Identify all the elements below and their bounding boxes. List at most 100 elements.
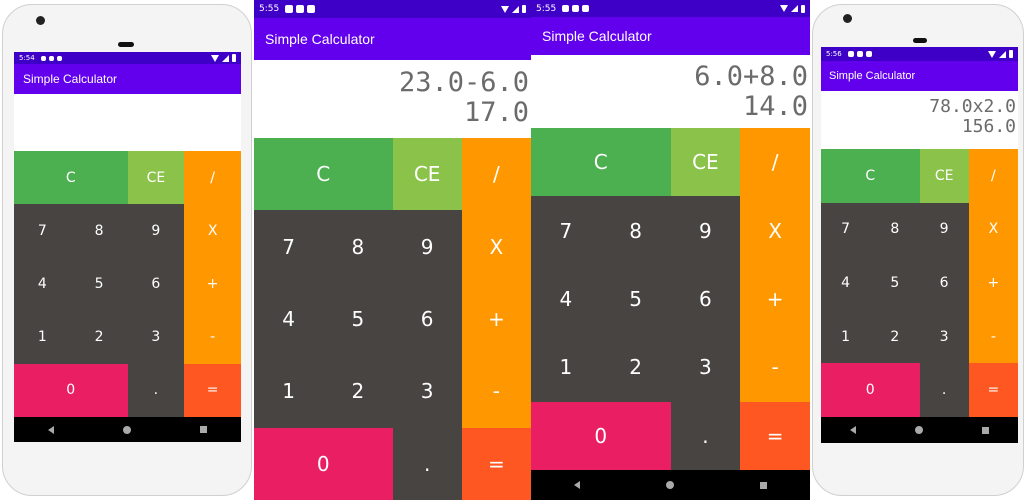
recents-icon[interactable] xyxy=(760,481,767,489)
equals-button[interactable]: = xyxy=(968,363,1018,417)
recents-icon[interactable] xyxy=(199,426,207,433)
clear-button[interactable]: C xyxy=(254,138,393,211)
notification-icon xyxy=(847,51,854,57)
multiply-button[interactable]: X xyxy=(740,196,810,265)
subtract-button[interactable]: - xyxy=(184,310,241,364)
digit-2-button[interactable]: 2 xyxy=(600,333,671,402)
digit-3-button[interactable]: 3 xyxy=(392,355,462,428)
digit-0-button[interactable]: 0 xyxy=(254,427,393,500)
digit-7-button[interactable]: 7 xyxy=(821,202,871,257)
home-icon[interactable] xyxy=(122,425,131,434)
equals-button[interactable]: = xyxy=(461,427,531,500)
clear-entry-button[interactable]: CE xyxy=(127,151,185,205)
status-bar: 5:54 xyxy=(14,52,241,64)
battery-icon xyxy=(232,54,236,62)
decimal-button[interactable]: . xyxy=(670,401,741,470)
sync-icon xyxy=(48,55,54,61)
speaker-icon xyxy=(913,38,927,43)
digit-4-button[interactable]: 4 xyxy=(531,264,601,334)
digit-6-button[interactable]: 6 xyxy=(919,256,969,310)
digit-9-button[interactable]: 9 xyxy=(127,204,185,258)
back-icon[interactable] xyxy=(574,481,580,489)
divide-button[interactable]: / xyxy=(968,149,1018,203)
digit-7-button[interactable]: 7 xyxy=(14,204,71,258)
digit-7-button[interactable]: 7 xyxy=(254,210,324,283)
digit-4-button[interactable]: 4 xyxy=(821,256,871,310)
app-bar: Simple Calculator xyxy=(14,64,241,94)
digit-1-button[interactable]: 1 xyxy=(531,333,601,402)
digit-9-button[interactable]: 9 xyxy=(919,202,969,257)
digit-9-button[interactable]: 9 xyxy=(670,196,741,265)
divide-button[interactable]: / xyxy=(461,138,531,211)
home-icon[interactable] xyxy=(914,426,923,434)
digit-5-button[interactable]: 5 xyxy=(70,257,128,311)
digit-1-button[interactable]: 1 xyxy=(14,310,71,364)
add-button[interactable]: + xyxy=(184,257,241,311)
digit-0-button[interactable]: 0 xyxy=(821,363,920,417)
equals-button[interactable]: = xyxy=(184,363,241,417)
digit-5-button[interactable]: 5 xyxy=(870,256,920,310)
clear-entry-button[interactable]: CE xyxy=(670,128,741,197)
digit-3-button[interactable]: 3 xyxy=(670,333,741,402)
back-icon[interactable] xyxy=(850,426,857,434)
recents-icon[interactable] xyxy=(981,426,989,434)
clear-entry-button[interactable]: CE xyxy=(392,138,462,211)
subtract-button[interactable]: - xyxy=(968,309,1018,364)
add-button[interactable]: + xyxy=(461,282,531,356)
home-icon[interactable] xyxy=(666,481,674,489)
digit-6-button[interactable]: 6 xyxy=(392,282,462,356)
digit-8-button[interactable]: 8 xyxy=(70,204,128,258)
equals-button[interactable]: = xyxy=(740,401,810,470)
clear-button[interactable]: C xyxy=(821,149,920,203)
status-time: 5:55 xyxy=(259,4,280,14)
clear-button[interactable]: C xyxy=(14,151,128,205)
multiply-button[interactable]: X xyxy=(461,210,531,283)
multiply-button[interactable]: X xyxy=(184,204,241,258)
clear-button[interactable]: C xyxy=(531,128,671,197)
digit-6-button[interactable]: 6 xyxy=(670,264,741,334)
subtract-button[interactable]: - xyxy=(461,355,531,428)
divide-button[interactable]: / xyxy=(184,151,241,205)
digit-2-button[interactable]: 2 xyxy=(870,309,920,364)
digit-0-button[interactable]: 0 xyxy=(14,363,128,417)
status-system-icons xyxy=(501,5,526,13)
subtract-button[interactable]: - xyxy=(740,333,810,402)
back-icon[interactable] xyxy=(48,425,55,434)
divide-button[interactable]: / xyxy=(740,128,810,197)
digit-2-button[interactable]: 2 xyxy=(323,355,393,428)
clear-entry-button[interactable]: CE xyxy=(919,149,969,203)
digit-3-button[interactable]: 3 xyxy=(919,309,969,364)
status-notification-icons xyxy=(562,5,590,12)
wifi-icon xyxy=(780,5,788,12)
notification-icon xyxy=(562,5,570,12)
digit-1-button[interactable]: 1 xyxy=(821,309,871,364)
digit-8-button[interactable]: 8 xyxy=(600,196,671,265)
digit-7-button[interactable]: 7 xyxy=(531,196,601,265)
navigation-bar xyxy=(821,417,1018,443)
digit-4-button[interactable]: 4 xyxy=(254,282,324,356)
decimal-button[interactable]: . xyxy=(127,363,185,417)
add-button[interactable]: + xyxy=(740,264,810,334)
status-bar: 5:56 xyxy=(821,47,1018,61)
digit-0-button[interactable]: 0 xyxy=(531,401,671,470)
sd-card-icon xyxy=(865,51,872,57)
decimal-button[interactable]: . xyxy=(919,363,969,417)
digit-1-button[interactable]: 1 xyxy=(254,355,324,428)
status-system-icons xyxy=(780,4,805,13)
digit-3-button[interactable]: 3 xyxy=(127,310,185,364)
digit-5-button[interactable]: 5 xyxy=(323,282,393,356)
sd-card-icon xyxy=(307,5,316,13)
digit-9-button[interactable]: 9 xyxy=(392,210,462,283)
app-title: Simple Calculator xyxy=(23,72,118,86)
digit-4-button[interactable]: 4 xyxy=(14,257,71,311)
add-button[interactable]: + xyxy=(968,256,1018,310)
digit-2-button[interactable]: 2 xyxy=(70,310,128,364)
digit-6-button[interactable]: 6 xyxy=(127,257,185,311)
digit-8-button[interactable]: 8 xyxy=(323,210,393,283)
wifi-icon xyxy=(501,5,509,13)
digit-5-button[interactable]: 5 xyxy=(600,264,671,334)
expression-text: 23.0-6.0 xyxy=(398,67,529,98)
multiply-button[interactable]: X xyxy=(968,202,1018,257)
digit-8-button[interactable]: 8 xyxy=(870,202,920,257)
decimal-button[interactable]: . xyxy=(392,427,462,500)
